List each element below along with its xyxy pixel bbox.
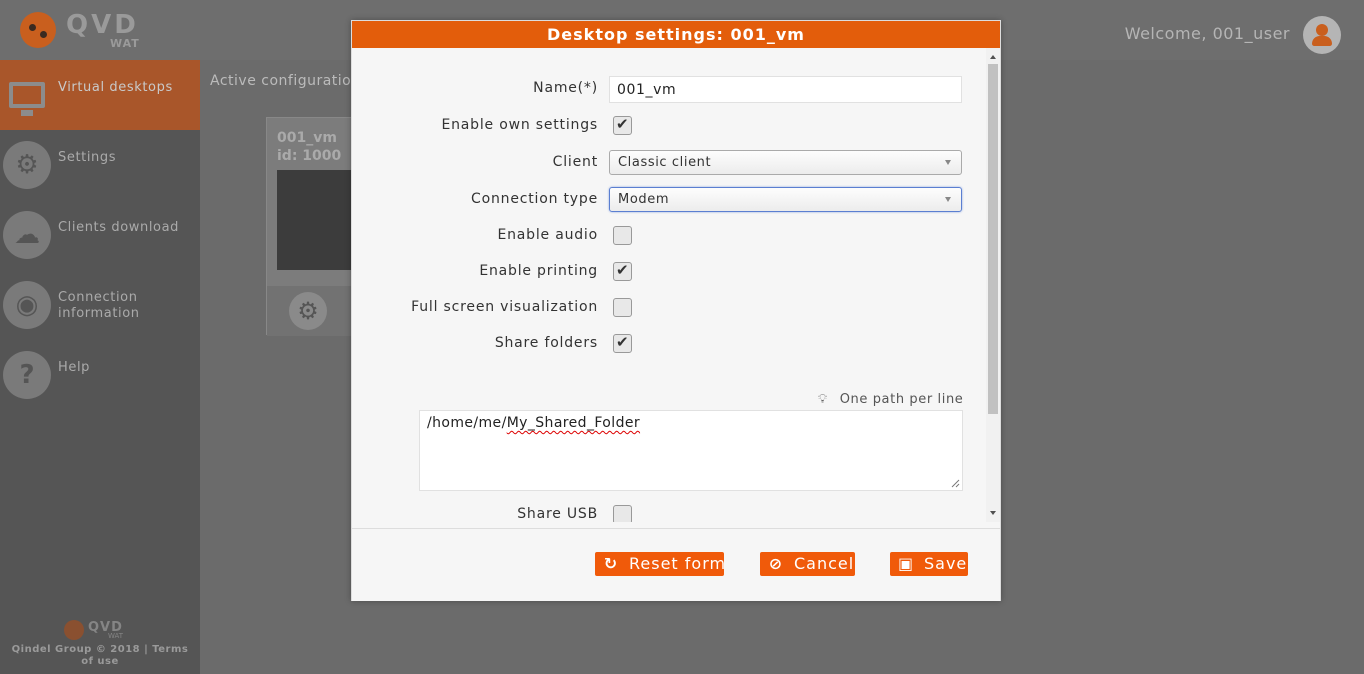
desktop-name-text: 001_vm [277,130,337,146]
copyright-text[interactable]: Qindel Group © 2018 | Terms of use [10,644,190,668]
welcome-text: Welcome, 001_user [1124,24,1290,43]
chevron-down-icon [945,197,951,202]
qvd-logo[interactable]: QVD WAT [18,10,158,52]
ladybug-logo-icon [64,620,84,640]
desktop-card-footer: ⚙ [267,286,357,336]
folders-path-prefix: /home/me/ [427,415,507,431]
printing-row: Enable printing [352,258,986,286]
own-settings-checkbox[interactable] [613,115,632,135]
save-label: Save [924,554,968,573]
client-select[interactable]: Classic client [609,150,962,175]
sidebar-item-clients-download[interactable]: ☁ Clients download [0,200,200,270]
page-title: Active configuration [210,73,361,89]
share-usb-checkbox[interactable] [613,505,632,522]
path-hint: 💡︎ One path per line [818,392,963,407]
client-row: Client Classic client [352,149,986,177]
cloud-download-icon: ☁ [3,211,51,259]
share-usb-row: Share USB [352,501,986,522]
save-button[interactable]: ▣ Save [890,552,968,576]
share-folders-row: Share folders [352,330,986,358]
cancel-label: Cancel [794,554,855,573]
connection-type-row: Connection type Modem [352,186,986,214]
connection-type-value: Modem [618,192,670,207]
ladybug-logo-icon [20,12,56,48]
gears-icon: ⚙ [3,141,51,189]
footer-sub: WAT [108,632,124,640]
scroll-thumb[interactable] [988,64,998,414]
own-settings-row: Enable own settings [352,112,986,140]
dialog-title: Desktop settings: 001_vm [352,21,1000,48]
sidebar-item-connection-information[interactable]: ◉ Connection information [0,270,200,340]
audio-row: Enable audio [352,222,986,250]
dialog-footer: ↻ Reset form ⊘ Cancel ▣ Save [352,528,1000,601]
sidebar-item-label: Settings [58,150,117,165]
fullscreen-row: Full screen visualization [352,294,986,322]
name-row: Name(*) [352,75,986,103]
desktop-name: 001_vm id: 1000 [277,129,341,165]
reset-form-label: Reset form [629,554,727,573]
name-label: Name(*) [533,80,598,96]
client-select-value: Classic client [618,155,712,170]
resize-grip-icon[interactable] [950,478,960,488]
client-label: Client [552,154,598,170]
ban-icon: ⊘ [768,554,784,573]
desktop-card[interactable]: 001_vm id: 1000 ⚙ [266,117,357,336]
fullscreen-checkbox[interactable] [613,298,632,317]
desktop-settings-dialog: Desktop settings: 001_vm Name(*) Enable … [351,20,1001,601]
printing-checkbox[interactable] [613,261,632,281]
folders-path-word: My_Shared_Folder [506,415,641,431]
sidebar-item-settings[interactable]: ⚙ Settings [0,130,200,200]
gear-icon[interactable]: ⚙ [289,292,327,330]
refresh-icon: ↻ [603,554,619,573]
chevron-down-icon [945,160,951,165]
logo-sub: WAT [110,37,140,50]
share-usb-label: Share USB [517,506,598,522]
dialog-body: Name(*) Enable own settings Client Class… [352,48,1000,522]
sidebar-item-label: Connection information [58,290,140,321]
user-avatar-icon[interactable] [1303,16,1341,54]
connection-type-select[interactable]: Modem [609,187,962,212]
sidebar: Virtual desktops ⚙ Settings ☁ Clients do… [0,60,200,674]
name-input[interactable] [609,76,962,103]
lightbulb-icon: 💡︎ [818,392,828,407]
sidebar-item-label: Virtual desktops [58,80,173,95]
fullscreen-label: Full screen visualization [411,299,598,315]
logo-brand: QVD [66,10,139,40]
audio-label: Enable audio [497,227,598,243]
help-icon: ? [3,351,51,399]
sidebar-item-help[interactable]: ? Help [0,340,200,410]
audio-checkbox[interactable] [613,226,632,245]
share-folders-label: Share folders [494,335,598,351]
connection-type-label: Connection type [471,191,598,207]
shared-folders-textarea[interactable]: /home/me/My_Shared_Folder [419,410,963,491]
sidebar-item-virtual-desktops[interactable]: Virtual desktops [0,60,200,130]
desktop-screen-preview[interactable] [277,170,357,270]
share-folders-checkbox[interactable] [613,333,632,353]
cancel-button[interactable]: ⊘ Cancel [760,552,855,576]
floppy-disk-icon: ▣ [898,554,915,573]
path-hint-text: One path per line [839,392,964,407]
sidebar-item-label: Help [58,360,91,375]
monitor-icon [3,71,51,119]
sidebar-item-label: Clients download [58,220,180,235]
own-settings-label: Enable own settings [441,117,598,133]
globe-icon: ◉ [3,281,51,329]
reset-form-button[interactable]: ↻ Reset form [595,552,727,576]
scroll-down-arrow-icon[interactable] [990,511,996,515]
desktop-id-text: id: 1000 [277,148,342,164]
dialog-scrollbar[interactable] [986,48,1000,522]
printing-label: Enable printing [479,263,598,279]
scroll-up-arrow-icon[interactable] [990,55,996,59]
footer-logo: QVD WAT [64,620,144,640]
